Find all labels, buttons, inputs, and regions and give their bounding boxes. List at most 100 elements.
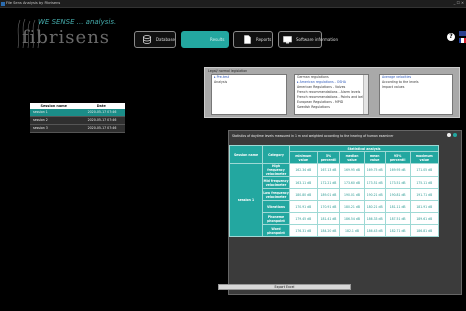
stat-value-cell: 186.81 dB xyxy=(409,224,440,237)
stat-value-cell: 184.20 dB xyxy=(316,224,341,237)
logo-name: fibrisens xyxy=(22,27,111,48)
stat-value-cell: 162.34 dB xyxy=(289,163,318,177)
stat-value-cell: 190.21 dB xyxy=(363,188,386,201)
stat-value-cell: 182.1 dB xyxy=(339,224,365,237)
nav-reports-label: Reports xyxy=(256,37,272,42)
nav-results-label: Results xyxy=(210,37,225,42)
stat-value-cell: 163.11 dB xyxy=(289,176,318,189)
nav-database-label: Database xyxy=(155,37,175,42)
legislation-caption: Legal/ normal legislation xyxy=(208,69,248,73)
session-row[interactable]: session 3 2020-05-17 07:46 xyxy=(30,125,125,133)
stat-value-cell: 186.43 dB xyxy=(363,224,386,237)
regulations-list[interactable]: German regulations ▸ American regulations… xyxy=(294,74,369,115)
stat-value-cell: 172.21 dB xyxy=(316,176,341,189)
legislation-panel: Legal/ normal legislation ▸ Pre-test Anal… xyxy=(204,67,460,118)
window-titlebar: File Sens Analysis by Fibrisens _ ☐ ✕ xyxy=(0,0,466,8)
stat-value-cell: 190.81 dB xyxy=(384,188,411,201)
stat-column-header: median value xyxy=(339,151,365,164)
statistics-table: Session name Category Statistical analys… xyxy=(229,145,440,237)
regulations-scrollbar[interactable] xyxy=(363,75,368,114)
stat-column-header: 95% percentil xyxy=(384,151,411,164)
category-cell: Vibrations xyxy=(262,200,290,213)
measure-type-list[interactable]: Average velocities According to the level… xyxy=(379,74,453,115)
analysis-type-list[interactable]: ▸ Pre-test Analysis xyxy=(211,74,287,115)
stat-value-cell: 186.33 dB xyxy=(363,212,386,225)
category-cell: Mid frequency velocimeter xyxy=(262,176,290,189)
stat-value-cell: 189.61 dB xyxy=(409,212,440,225)
session-name-cell: session 1 xyxy=(33,110,48,114)
stat-value-cell: 180.21 dB xyxy=(339,200,365,213)
stat-value-cell: 180.21 dB xyxy=(363,200,386,213)
nav-database-button[interactable]: Database xyxy=(134,31,176,48)
session-row[interactable]: session 1 2020-05-17 07:46 xyxy=(30,109,125,117)
category-cell: High frequency velocimeter xyxy=(262,163,290,177)
stat-value-cell: 167.13 dB xyxy=(316,163,341,177)
stat-value-cell: 187.51 dB xyxy=(384,212,411,225)
stat-value-cell: 189.01 dB xyxy=(316,188,341,201)
stat-value-cell: 181.41 dB xyxy=(316,212,341,225)
stat-value-cell: 169.95 dB xyxy=(384,163,411,177)
panel-dots xyxy=(447,133,457,137)
stat-value-cell: 173.51 dB xyxy=(384,176,411,189)
stat-value-cell: 191.71 dB xyxy=(409,188,440,201)
info-dot-icon[interactable] xyxy=(447,133,451,137)
category-cell: Phoneme phonpoint xyxy=(262,212,290,225)
statistics-caption: Statistics of daytime levels measured in… xyxy=(232,134,394,138)
stat-value-cell: 190.01 dB xyxy=(339,188,365,201)
session-name-cell: session 3 xyxy=(33,126,48,130)
stats-row: session 1 High frequency velocimeter 162.3… xyxy=(229,163,440,237)
stat-value-cell: 182.71 dB xyxy=(384,224,411,237)
stat-value-cell: 169.95 dB xyxy=(339,163,365,177)
stat-value-cell: 181.11 dB xyxy=(384,200,411,213)
nav-software-info-label: Software information xyxy=(296,37,338,42)
document-icon xyxy=(242,35,252,45)
database-icon xyxy=(143,35,152,45)
stat-column-header: minimum value xyxy=(289,151,318,164)
stat-column-header: 5% percentil xyxy=(316,151,341,164)
category-cell: Word phonpoint xyxy=(262,224,290,237)
stat-column-header: mean value xyxy=(363,151,386,164)
info-icon xyxy=(283,35,292,45)
session-date-cell: 2020-05-17 07:46 xyxy=(87,110,117,114)
list-item[interactable]: Impact values xyxy=(380,85,452,90)
session-name-col-header: Session name xyxy=(229,145,263,164)
nav-software-info-button[interactable]: Software information xyxy=(278,31,338,48)
app-logo: WE SENSE ... analysis. fibrisens xyxy=(14,14,116,54)
english-flag-icon[interactable] xyxy=(459,31,466,36)
list-item[interactable]: Analysis xyxy=(212,80,286,85)
help-icon[interactable]: ? xyxy=(447,33,455,41)
stat-value-cell: 186.54 dB xyxy=(339,212,365,225)
session-date-cell: 2020-05-17 07:46 xyxy=(87,126,117,130)
french-flag-icon[interactable] xyxy=(459,38,466,43)
session-date-cell: 2020-05-17 07:46 xyxy=(87,118,117,122)
stat-value-cell: 175.11 dB xyxy=(409,176,440,189)
statistics-panel: Statistics of daytime levels measured in… xyxy=(228,130,462,295)
stat-value-cell: 180.80 dB xyxy=(289,188,318,201)
stat-value-cell: 176.31 dB xyxy=(289,224,318,237)
app-icon xyxy=(1,1,5,6)
stat-column-header: maximum value xyxy=(409,151,440,164)
logo-subtitle: WE SENSE ... analysis. xyxy=(38,18,117,26)
stat-value-cell: 179.45 dB xyxy=(289,212,318,225)
nav-results-button[interactable]: Results xyxy=(181,31,229,48)
sessions-table: Session name Date session 1 2020-05-17 07… xyxy=(30,103,125,133)
chart-icon xyxy=(196,35,206,45)
stat-value-cell: 171.05 dB xyxy=(409,163,440,177)
stat-value-cell: 170.91 dB xyxy=(289,200,318,213)
stat-value-cell: 173.60 dB xyxy=(339,176,365,189)
category-col-header: Category xyxy=(262,145,290,164)
export-excel-button[interactable]: Export Excel xyxy=(218,284,351,290)
category-cell: Low frequency velocimeter xyxy=(262,188,290,201)
stat-value-cell: 181.91 dB xyxy=(409,200,440,213)
window-title: File Sens Analysis by Fibrisens xyxy=(6,1,61,5)
list-item[interactable]: Swedish Regulations xyxy=(295,105,368,110)
stat-value-cell: 169.75 dB xyxy=(363,163,386,177)
stat-value-cell: 170.91 dB xyxy=(316,200,341,213)
session-row[interactable]: session 2 2020-05-17 07:46 xyxy=(30,117,125,125)
settings-dot-icon[interactable] xyxy=(453,133,457,137)
window-controls[interactable]: _ ☐ ✕ xyxy=(454,0,464,7)
session-name-cell: session 1 xyxy=(229,163,263,237)
session-name-cell: session 2 xyxy=(33,118,48,122)
nav-reports-button[interactable]: Reports xyxy=(233,31,273,48)
stat-value-cell: 173.51 dB xyxy=(363,176,386,189)
